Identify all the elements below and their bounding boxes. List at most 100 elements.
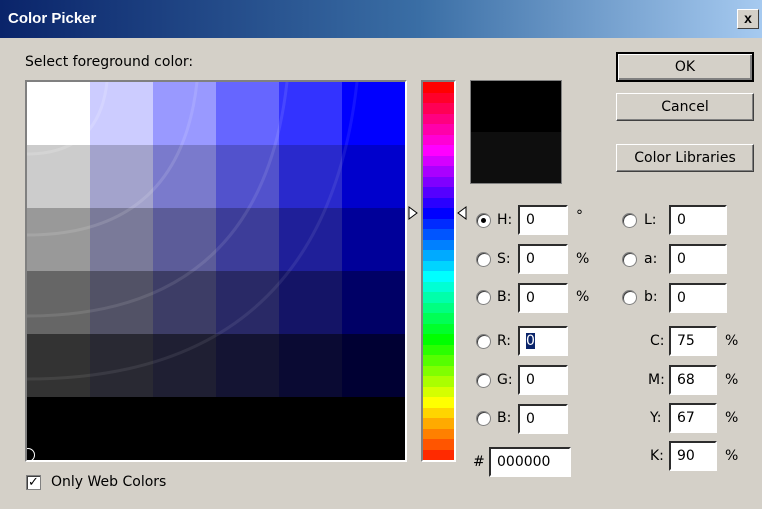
hue-step bbox=[423, 92, 454, 103]
color-field[interactable] bbox=[25, 80, 407, 462]
b-hsb-field[interactable]: 0 bbox=[518, 283, 568, 313]
color-field-cell bbox=[27, 271, 91, 335]
hue-step bbox=[423, 82, 454, 93]
c-field[interactable]: 75 bbox=[669, 326, 717, 356]
hue-step bbox=[423, 124, 454, 135]
a-radio[interactable] bbox=[622, 252, 637, 267]
k-label: K: bbox=[650, 448, 664, 464]
b-hsb-label: B: bbox=[497, 289, 512, 305]
h-label: H: bbox=[497, 212, 513, 228]
color-field-cell bbox=[27, 334, 91, 398]
color-field-cell bbox=[153, 271, 217, 335]
color-field-cell bbox=[216, 334, 280, 398]
triangle-right-icon[interactable] bbox=[408, 206, 418, 220]
current-color-swatch[interactable] bbox=[471, 132, 561, 183]
b-lab-field[interactable]: 0 bbox=[669, 283, 727, 313]
color-field-cell bbox=[342, 145, 405, 209]
l-field[interactable]: 0 bbox=[669, 205, 727, 235]
color-field-cell bbox=[153, 334, 217, 398]
hue-slider[interactable] bbox=[421, 80, 456, 462]
r-value-selected: 0 bbox=[526, 333, 535, 349]
c-unit: % bbox=[725, 333, 739, 349]
hue-step bbox=[423, 407, 454, 418]
m-field[interactable]: 68 bbox=[669, 365, 717, 395]
h-radio[interactable] bbox=[476, 213, 491, 228]
hue-step bbox=[423, 365, 454, 376]
r-field[interactable]: 0 bbox=[518, 326, 568, 356]
only-web-colors-label: Only Web Colors bbox=[51, 474, 167, 490]
color-field-cell bbox=[342, 208, 405, 272]
a-field[interactable]: 0 bbox=[669, 244, 727, 274]
window-title: Color Picker bbox=[8, 10, 97, 27]
a-label: a: bbox=[644, 251, 658, 267]
hue-step bbox=[423, 376, 454, 387]
y-field[interactable]: 67 bbox=[669, 403, 717, 433]
hue-step bbox=[423, 197, 454, 208]
b-lab-label: b: bbox=[644, 289, 658, 305]
k-field[interactable]: 90 bbox=[669, 441, 717, 471]
g-field[interactable]: 0 bbox=[518, 365, 568, 395]
r-radio[interactable] bbox=[476, 334, 491, 349]
hue-step bbox=[423, 418, 454, 429]
s-radio[interactable] bbox=[476, 252, 491, 267]
b-rgb-radio[interactable] bbox=[476, 411, 491, 426]
hue-step bbox=[423, 176, 454, 187]
color-picker-dialog: Color Picker x Select foreground color: … bbox=[0, 0, 762, 509]
g-label: G: bbox=[497, 372, 513, 388]
hue-step bbox=[423, 449, 454, 460]
g-radio[interactable] bbox=[476, 373, 491, 388]
hue-step bbox=[423, 355, 454, 366]
hue-step bbox=[423, 281, 454, 292]
ok-button[interactable]: OK bbox=[616, 52, 754, 82]
close-button[interactable]: x bbox=[737, 9, 759, 29]
b-hsb-radio[interactable] bbox=[476, 290, 491, 305]
l-label: L: bbox=[644, 212, 657, 228]
hue-step bbox=[423, 334, 454, 345]
s-field[interactable]: 0 bbox=[518, 244, 568, 274]
b-rgb-field[interactable]: 0 bbox=[518, 404, 568, 434]
b-hsb-unit: % bbox=[576, 289, 590, 305]
color-field-cell bbox=[216, 145, 280, 209]
hue-step bbox=[423, 166, 454, 177]
s-unit: % bbox=[576, 251, 590, 267]
s-label: S: bbox=[497, 251, 511, 267]
hex-field[interactable]: 000000 bbox=[489, 447, 571, 477]
new-color-swatch bbox=[471, 81, 561, 132]
color-field-cell bbox=[342, 271, 405, 335]
hex-label: # bbox=[473, 454, 485, 470]
hue-step bbox=[423, 250, 454, 261]
hue-step bbox=[423, 218, 454, 229]
title-bar[interactable]: Color Picker x bbox=[0, 0, 762, 38]
l-radio[interactable] bbox=[622, 213, 637, 228]
color-field-cell bbox=[90, 397, 154, 460]
select-prompt: Select foreground color: bbox=[25, 54, 194, 70]
c-label: C: bbox=[650, 333, 665, 349]
b-lab-radio[interactable] bbox=[622, 290, 637, 305]
cancel-button[interactable]: Cancel bbox=[616, 93, 754, 121]
color-field-cell bbox=[153, 208, 217, 272]
hue-step bbox=[423, 208, 454, 219]
y-unit: % bbox=[725, 410, 739, 426]
hue-step bbox=[423, 229, 454, 240]
color-field-cell bbox=[153, 397, 217, 460]
r-label: R: bbox=[497, 333, 512, 349]
color-field-cell bbox=[216, 82, 280, 146]
color-field-cell bbox=[279, 334, 343, 398]
m-label: M: bbox=[648, 372, 665, 388]
k-unit: % bbox=[725, 448, 739, 464]
color-field-cell bbox=[279, 145, 343, 209]
color-libraries-button[interactable]: Color Libraries bbox=[616, 144, 754, 172]
h-field[interactable]: 0 bbox=[518, 205, 568, 235]
triangle-left-icon[interactable] bbox=[457, 206, 467, 220]
only-web-colors-checkbox[interactable]: ✓ bbox=[26, 475, 41, 490]
hue-step bbox=[423, 323, 454, 334]
color-field-cell bbox=[342, 334, 405, 398]
hue-step bbox=[423, 428, 454, 439]
y-label: Y: bbox=[650, 410, 662, 426]
hue-step bbox=[423, 103, 454, 114]
color-field-cell bbox=[279, 82, 343, 146]
color-field-cell bbox=[216, 271, 280, 335]
hue-step bbox=[423, 155, 454, 166]
hue-step bbox=[423, 397, 454, 408]
color-field-cell bbox=[216, 397, 280, 460]
